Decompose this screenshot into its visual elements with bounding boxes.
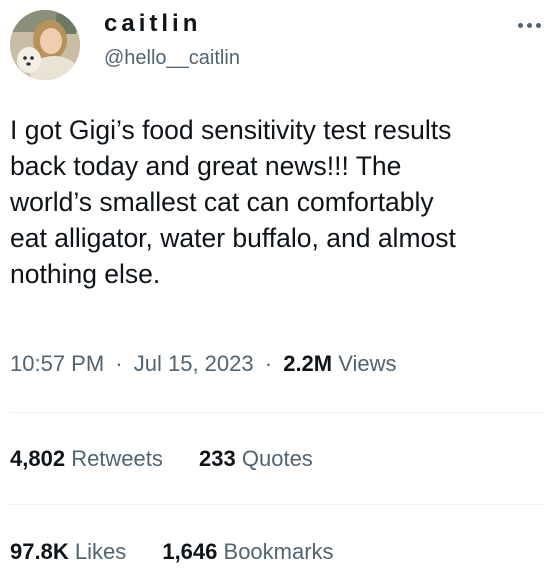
avatar[interactable] [10, 10, 80, 80]
stats-row-reposts: 4,802 Retweets 233 Quotes [10, 446, 343, 472]
bookmarks-stat[interactable]: 1,646 Bookmarks [162, 539, 333, 565]
likes-label: Likes [74, 539, 127, 564]
retweets-stat[interactable]: 4,802 Retweets [10, 446, 163, 472]
tweet-text-line: I got Gigi’s food sensitivity test resul… [10, 115, 452, 145]
divider [10, 412, 546, 413]
user-handle[interactable]: @hello__caitlin [104, 47, 240, 70]
tweet-meta: 10:57 PM · Jul 15, 2023 · 2.2M Views [10, 351, 397, 377]
tweet-text-line: world’s smallest cat can comfortably [10, 187, 434, 217]
tweet-time[interactable]: 10:57 PM [10, 351, 104, 376]
tweet-date[interactable]: Jul 15, 2023 [134, 351, 254, 376]
views-count: 2.2M [283, 351, 333, 376]
quotes-stat[interactable]: 233 Quotes [199, 446, 313, 472]
display-name[interactable]: caitlin [104, 10, 201, 38]
retweets-label: Retweets [71, 446, 163, 471]
avatar-image [10, 10, 80, 80]
tweet-text-line: eat alligator, water buffalo, and almost [10, 223, 456, 253]
quotes-count: 233 [199, 446, 236, 471]
tweet-text: I got Gigi’s food sensitivity test resul… [10, 112, 546, 292]
quotes-label: Quotes [241, 446, 313, 471]
bookmarks-count: 1,646 [162, 539, 218, 564]
tweet-header: caitlin @hello__caitlin [0, 0, 556, 90]
views-label: Views [338, 351, 397, 376]
retweets-count: 4,802 [10, 446, 66, 471]
meta-separator: · [115, 351, 123, 376]
divider [10, 504, 546, 505]
stats-row-likes: 97.8K Likes 1,646 Bookmarks [10, 539, 364, 565]
meta-separator: · [264, 351, 273, 376]
tweet-text-line: nothing else. [10, 259, 161, 289]
likes-count: 97.8K [10, 539, 69, 564]
tweet-text-line: back today and great news!!! The [10, 151, 402, 181]
likes-stat[interactable]: 97.8K Likes [10, 539, 126, 565]
bookmarks-label: Bookmarks [223, 539, 334, 564]
ellipsis-icon[interactable] [514, 18, 546, 34]
